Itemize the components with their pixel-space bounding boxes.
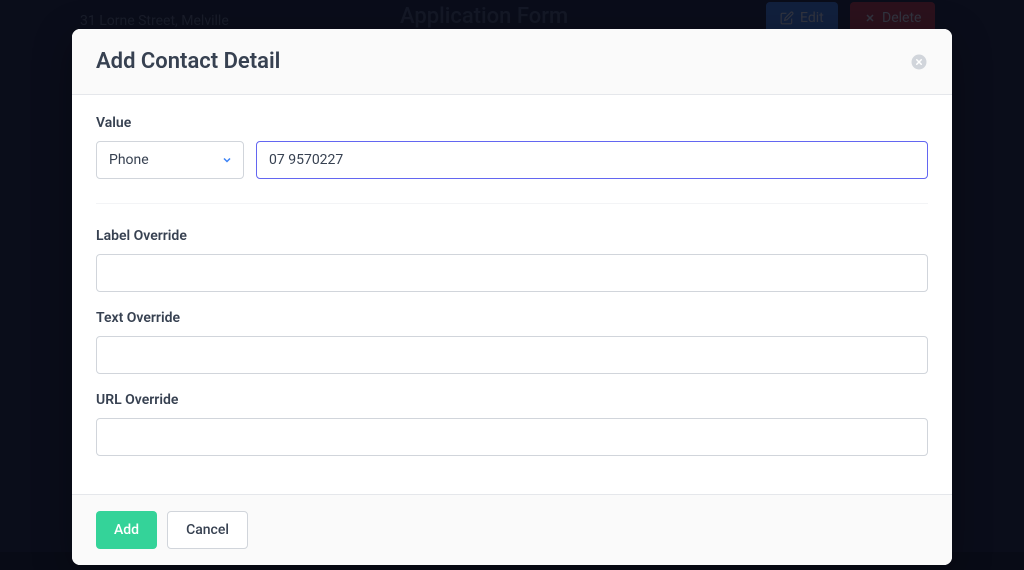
label-override-label: Label Override (96, 228, 928, 244)
modal-header: Add Contact Detail (72, 29, 952, 95)
cancel-button[interactable]: Cancel (167, 511, 248, 549)
modal-title: Add Contact Detail (96, 49, 280, 74)
add-contact-modal: Add Contact Detail Value Phone Label Ove… (72, 29, 952, 565)
modal-body: Value Phone Label Override Text Override… (72, 95, 952, 494)
value-label: Value (96, 115, 928, 131)
url-override-input[interactable] (96, 418, 928, 456)
contact-type-select[interactable]: Phone (96, 141, 244, 179)
value-input[interactable] (256, 141, 928, 179)
label-override-input[interactable] (96, 254, 928, 292)
text-override-input[interactable] (96, 336, 928, 374)
add-button[interactable]: Add (96, 511, 157, 549)
text-override-group: Text Override (96, 310, 928, 374)
value-row: Phone (96, 141, 928, 204)
text-override-label: Text Override (96, 310, 928, 326)
close-icon[interactable] (910, 53, 928, 71)
url-override-label: URL Override (96, 392, 928, 408)
contact-type-selected: Phone (109, 152, 149, 168)
chevron-down-icon (221, 154, 233, 166)
label-override-group: Label Override (96, 228, 928, 292)
modal-footer: Add Cancel (72, 494, 952, 565)
url-override-group: URL Override (96, 392, 928, 456)
